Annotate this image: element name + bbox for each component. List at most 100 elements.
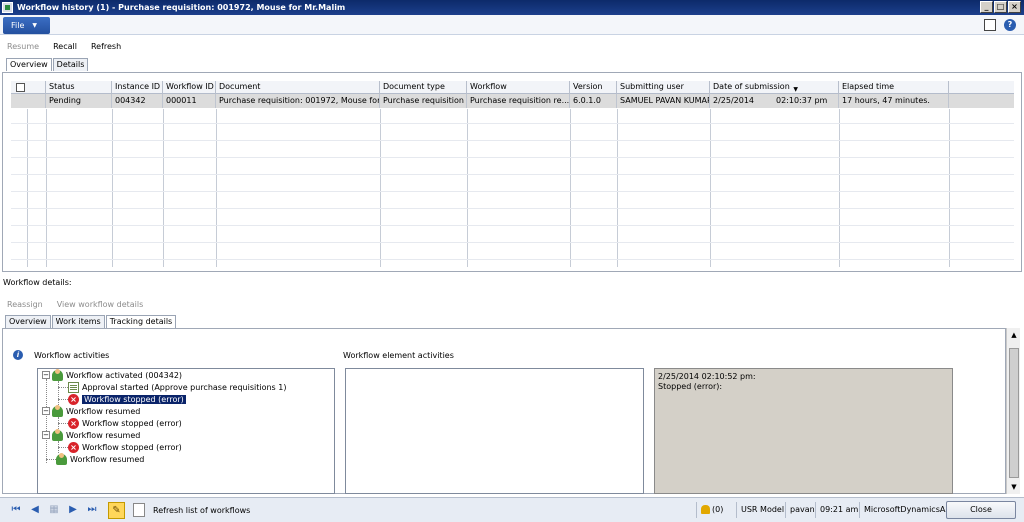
edit-pencil-icon[interactable]: ✎ [108,501,125,519]
layout-icon[interactable] [984,19,996,31]
workflow-element-activities-list[interactable] [345,368,644,494]
tab-work-items[interactable]: Work items [51,315,105,328]
grid-header: Status Instance ID Workflow ID Document … [11,81,1014,94]
close-window-button[interactable]: × [1008,1,1021,13]
column-header[interactable]: Status [46,81,112,94]
person-icon [52,368,63,381]
column-header-filler [949,81,1014,94]
column-header-label: Date of submission [713,82,790,91]
previous-record-icon[interactable]: ◀ [27,502,43,518]
workflow-activities-tree[interactable]: − Workflow activated (004342) Approval s… [37,368,335,494]
model-field: USR Model [736,502,788,518]
action-pane: Resume Recall Refresh [0,37,1024,55]
file-menu-button[interactable]: File ▼ [3,17,50,34]
next-record-icon[interactable]: ▶ [65,502,81,518]
tree-node-label: Workflow resumed [70,454,145,464]
table-row[interactable]: Pending 004342 000011 Purchase requisiti… [11,94,1014,108]
tree-node-label: Workflow resumed [66,430,141,440]
refresh-button[interactable]: Refresh [84,42,128,51]
error-icon: × [68,441,79,453]
app-icon [2,2,13,13]
vertical-scrollbar[interactable]: ▲ ▼ [1006,328,1020,494]
error-icon: × [68,393,79,405]
message-timestamp: 2/25/2014 02:10:52 pm: [658,372,756,381]
collapse-icon[interactable]: − [42,371,50,379]
minimize-button[interactable]: _ [980,1,993,13]
alerts-count: (0) [712,505,724,514]
status-text: Refresh list of workflows [153,505,251,515]
cell-date: 2/25/2014 [713,96,755,105]
attachment-icon[interactable] [133,503,145,517]
tree-node[interactable]: − Workflow resumed [42,404,140,417]
tree-node-label: Workflow stopped (error) [82,442,182,452]
status-bar: ⏮ ◀ ▦ ▶ ⏭ ✎ Refresh list of workflows (0… [0,497,1024,522]
collapse-icon[interactable]: − [42,431,50,439]
person-icon [56,452,67,465]
resume-button[interactable]: Resume [0,42,46,51]
column-header-sorted[interactable]: Date of submission ▼ [710,81,839,94]
column-header[interactable]: Document [216,81,380,94]
recall-button[interactable]: Recall [46,42,84,51]
column-header[interactable]: Instance ID [112,81,163,94]
tree-node-label: Workflow stopped (error) [82,418,182,428]
details-action-pane: Reassign View workflow details [0,296,1024,312]
cell-workflow-id: 000011 [163,94,216,108]
column-header[interactable]: Workflow [467,81,570,94]
tab-overview[interactable]: Overview [6,58,52,71]
select-all-checkbox[interactable] [16,83,25,92]
chevron-down-icon: ▼ [32,22,38,29]
error-icon: × [68,417,79,429]
tab-details[interactable]: Details [52,58,89,71]
time-field: 09:21 am [815,502,862,518]
column-header[interactable]: Version [570,81,617,94]
workflow-details-label: Workflow details: [3,278,72,287]
tree-node[interactable]: × Workflow stopped (error) [68,441,182,453]
person-icon [52,404,63,417]
help-icon[interactable]: ? [1004,19,1016,31]
column-header[interactable]: Workflow ID [163,81,216,94]
view-workflow-details-button[interactable]: View workflow details [50,300,151,309]
last-record-icon[interactable]: ⏭ [84,502,100,518]
info-icon: i [13,350,23,360]
cell-submitting-user: SAMUEL PAVAN KUMAR [617,94,710,108]
message-text: Stopped (error): [658,382,723,391]
company-field: MicrosoftDynamicsAX [859,502,955,518]
row-selector[interactable] [11,94,46,108]
tab-tracking-details[interactable]: Tracking details [105,315,177,328]
tree-node[interactable]: Workflow resumed [56,452,145,465]
cell-elapsed-time: 17 hours, 47 minutes. [839,94,949,108]
tree-node[interactable]: − Workflow resumed [42,428,141,441]
workflow-grid: Status Instance ID Workflow ID Document … [2,72,1022,272]
top-tabs: Overview Details [6,58,89,71]
alerts-indicator[interactable]: (0) [696,502,727,518]
file-menu-label: File [11,21,25,30]
collapse-icon[interactable]: − [42,407,50,415]
cell-document-type: Purchase requisition [380,94,467,108]
reassign-button[interactable]: Reassign [0,300,50,309]
cell-instance-id: 004342 [112,94,163,108]
tab-details-overview[interactable]: Overview [5,315,51,328]
person-icon [52,428,63,441]
scrollbar-thumb[interactable] [1009,348,1019,478]
activity-message-box: 2/25/2014 02:10:52 pm: Stopped (error): [654,368,953,494]
tree-node-label: Workflow activated (004342) [66,370,183,380]
column-header[interactable]: Document type [380,81,467,94]
maximize-button[interactable]: □ [994,1,1007,13]
tracking-details-pane: i Workflow activities Workflow element a… [2,328,1006,494]
first-record-icon[interactable]: ⏮ [8,502,24,518]
scroll-up-icon[interactable]: ▲ [1009,330,1019,340]
column-header[interactable]: Submitting user [617,81,710,94]
tree-node-label: Workflow stopped (error) [82,394,186,404]
tree-node-label: Approval started (Approve purchase requi… [82,382,287,392]
cell-version: 6.0.1.0 [570,94,617,108]
close-button[interactable]: Close [946,501,1016,519]
tree-node[interactable]: × Workflow stopped (error) [68,417,182,429]
grid-view-icon[interactable]: ▦ [46,502,62,518]
scroll-down-icon[interactable]: ▼ [1009,482,1019,492]
tree-node-selected[interactable]: × Workflow stopped (error) [68,393,186,405]
tree-node[interactable]: Approval started (Approve purchase requi… [68,381,286,393]
tree-node[interactable]: − Workflow activated (004342) [42,368,183,381]
cell-date-of-submission: 2/25/2014 02:10:37 pm [710,94,839,108]
column-header[interactable]: Elapsed time [839,81,949,94]
menu-bar: File ▼ ? [0,15,1024,35]
